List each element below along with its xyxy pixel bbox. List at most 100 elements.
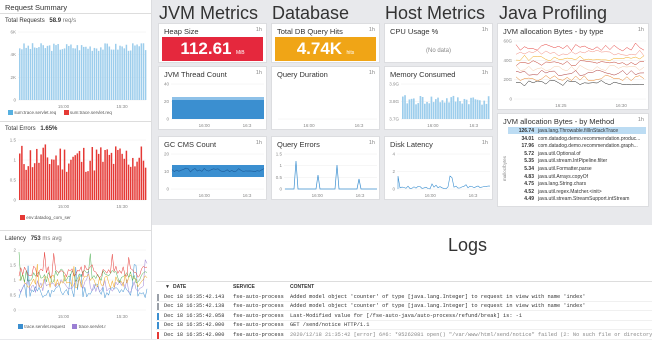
x-tick-label: 16:00 [427,123,439,128]
bar [23,43,25,100]
bar [426,101,428,119]
x-tick-label: 15:30 [116,204,128,209]
logs-section: Logs ▼ DATE SERVICE CONTENT Dec 18 16:35… [152,225,652,340]
bar [110,152,113,200]
memory-consumed-widget[interactable]: Memory Consumed 1h 3.9G 3.8G 3.7G 16:00 16:3 [384,66,493,130]
total-requests-legend: sum:trace.servlet.req sum:trace.servlet.… [8,110,112,116]
bar [78,150,81,200]
method-name: java.util.stream.StreamSupport.intStream [538,196,630,203]
db-query-hits-unit: hits [346,50,355,56]
y-tick-label: 20 [164,152,170,157]
x-tick-label: 16:3 [243,193,252,198]
sidebar: Request Summary Total Requests 58.9 req/… [0,0,152,339]
method-row[interactable]: 17.96 com.datadog.demo.recommendation.gra… [508,142,646,149]
bar [89,160,91,200]
method-row[interactable]: 4.75 java.lang.String.chars [508,180,646,187]
alloc-by-method-widget[interactable]: JVM allocation Bytes - by Method 1h mall… [497,113,649,207]
method-row[interactable]: 5.72 java.util.Optional.of [508,150,646,157]
total-errors-legend: env:datadog_com_ser [20,215,71,221]
heap-size-widget[interactable]: Heap Size 1h 112.61 MiB [158,23,267,63]
bar [142,43,145,100]
bar [70,159,72,200]
timeframe: 1h [255,70,262,76]
method-row[interactable]: 5.34 java.util.Formatter.parse [508,165,646,172]
widget-title: JVM Thread Count [164,70,227,79]
y-tick-label: 6K [10,30,16,35]
query-duration-widget[interactable]: Query Duration 1h 16:00 16:3 [271,66,380,130]
bar [48,45,51,100]
bar [33,47,36,100]
bar [419,96,422,119]
method-row[interactable]: 126.74 java.lang.Throwable.fillInStackTra… [508,127,646,134]
bar [487,96,490,119]
bar [119,45,121,100]
bar [78,50,81,100]
query-errors-widget[interactable]: Query Errors 1h 1.5 1 0.5 0 16:00 16:3 [271,136,380,200]
method-row[interactable]: 4.52 java.util.regex.Matcher.<init> [508,188,646,195]
x-tick-label: 16:00 [303,123,315,128]
jvm-thread-count-widget[interactable]: JVM Thread Count 1h 40 20 0 16:00 16:3 [158,66,267,130]
bar [38,47,40,100]
bar [95,48,98,100]
bar [106,43,108,100]
bar [53,43,55,100]
cpu-usage-widget[interactable]: CPU Usage % 1h (No data) [384,23,493,63]
gc-cms-count-widget[interactable]: GC CMS Count 1h 20 10 0 16:00 16:3 [158,136,267,200]
bar [19,48,21,100]
disk-latency-widget[interactable]: Disk Latency 1h 4 2 0 16:00 16:3 [384,136,493,200]
x-tick-label: 16:3 [243,123,252,128]
bar [44,48,47,100]
method-row[interactable]: 4.49 java.util.stream.StreamSupport.intSt… [508,195,646,202]
section-title-host: Host Metrics [385,3,486,23]
heap-size-value: 112.61 [180,39,232,58]
method-name: java.util.Formatter.parse [538,166,592,172]
col-content[interactable]: CONTENT [290,284,314,290]
bar [108,46,111,100]
bar [448,102,450,119]
y-tick-label: 0 [392,187,395,192]
widget-title: GC CMS Count [164,140,217,149]
bar [112,163,115,200]
log-row[interactable]: Dec 18 16:35:42.138 fse-auto-process Added… [156,302,652,312]
col-date[interactable]: DATE [173,284,186,290]
col-service[interactable]: SERVICE [233,284,255,290]
widget-title: Total DB Query Hits [277,27,343,36]
timeframe: 1h [637,117,644,123]
bar [479,100,481,119]
log-status-bar [157,331,159,339]
method-name: com.datadog.demo.recommendation.graph... [538,143,638,150]
y-tick-label: 0 [13,98,16,103]
latency-unit: ms avg [42,236,62,242]
timeframe: 1h [368,27,375,33]
y-tick-label: 0 [13,308,16,313]
method-row[interactable]: 34.01 com.datadog.demo.recommendation.pro… [508,135,646,142]
method-row[interactable]: 4.83 java.util.Arrays.copyOf [508,173,646,180]
bar [55,155,57,200]
log-row[interactable]: Dec 18 16:35:42.000 fse-auto-process GET /… [156,321,652,331]
total-errors-chart: 1.5 1 0.5 0 15:00 15:30 [10,138,147,209]
series-area [172,100,264,119]
log-row[interactable]: Dec 18 16:35:42.000 fse-auto-process 2020/… [156,331,652,340]
log-row[interactable]: Dec 18 16:35:42.143 fse-auto-process Added… [156,293,652,302]
bar [93,47,96,100]
log-row[interactable]: Dec 18 16:35:42.058 fse-auto-process Last-… [156,312,652,321]
bar [437,97,439,119]
sort-icon[interactable]: ▼ [165,284,170,290]
db-query-hits-widget[interactable]: Total DB Query Hits 1h 4.74K hits [271,23,380,63]
bar [87,171,89,200]
method-row[interactable]: 5.35 java.util.stream.IntPipeline.filter [508,157,646,164]
bar [457,97,459,119]
y-tick-label: 0 [13,198,16,203]
bar [95,149,98,200]
legend-item: trace.servlet.request [24,324,66,329]
bar [127,164,130,200]
alloc-by-type-widget[interactable]: JVM allocation Bytes - by type 1h 60G 40G… [497,23,649,110]
bar [102,49,104,100]
log-content: Added model object 'counter' of type [ja… [290,294,586,300]
bar [76,153,79,200]
latency-label: Latency [5,236,27,242]
bar [29,48,32,100]
disk-latency-chart: 4 2 0 16:00 16:3 [392,152,491,198]
bar [123,158,126,200]
bar [72,48,74,100]
